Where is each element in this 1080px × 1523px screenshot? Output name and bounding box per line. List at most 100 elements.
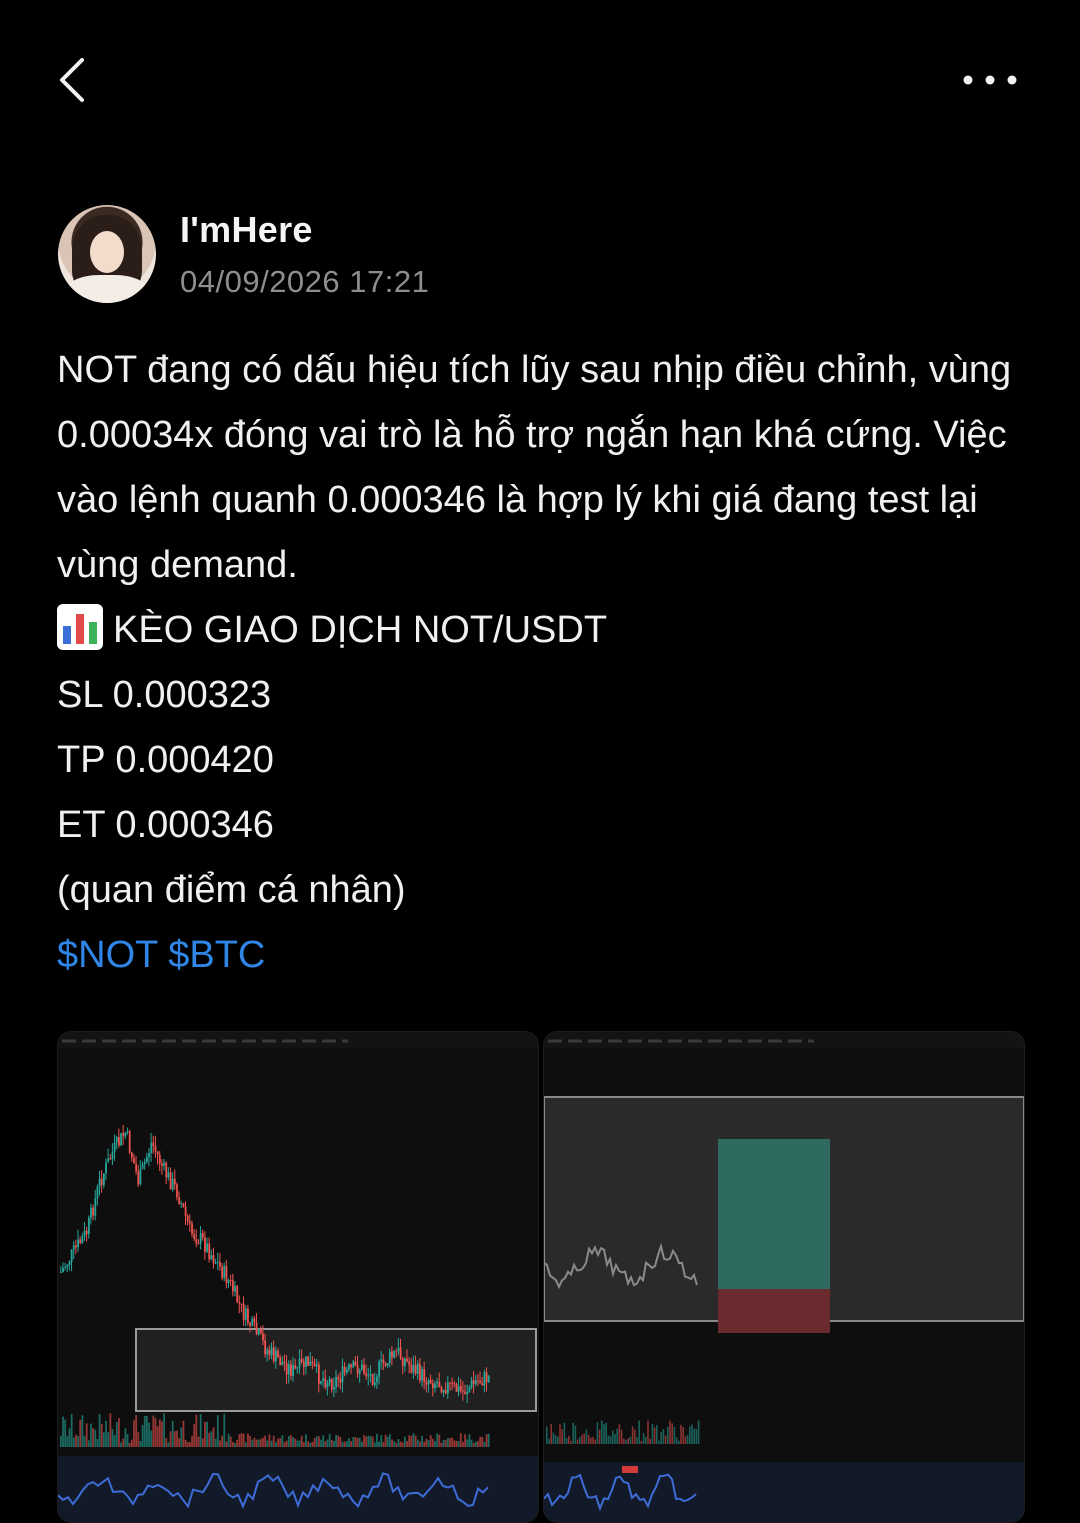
candle-body xyxy=(397,1347,400,1352)
chevron-left-icon[interactable] xyxy=(52,52,96,108)
volume-bar xyxy=(66,1435,69,1447)
candle-body xyxy=(376,1376,378,1383)
volume-bar xyxy=(587,1434,590,1444)
volume-bar xyxy=(152,1415,155,1447)
candle-body xyxy=(64,1266,67,1268)
volume-bar xyxy=(178,1438,181,1447)
volume-bar xyxy=(313,1438,316,1447)
volume-bar xyxy=(251,1439,254,1447)
volume-bar xyxy=(68,1428,71,1447)
candle-body xyxy=(124,1132,127,1137)
volume-bar xyxy=(423,1441,426,1447)
volume-bar xyxy=(697,1420,700,1444)
candle-body xyxy=(115,1137,118,1143)
candle-body xyxy=(434,1383,436,1389)
volume-bar xyxy=(550,1423,552,1444)
volume-bar xyxy=(259,1438,262,1447)
post-author: I'mHere 04/09/2026 17:21 xyxy=(58,205,958,305)
candle-body xyxy=(451,1383,454,1385)
candle-body xyxy=(161,1163,163,1166)
volume-bar xyxy=(212,1427,215,1447)
candle-body xyxy=(326,1382,329,1388)
volume-bar xyxy=(330,1439,333,1447)
candle-body xyxy=(341,1366,344,1383)
more-horizontal-icon[interactable] xyxy=(955,60,1025,100)
candle-body xyxy=(197,1243,200,1245)
volume-bar xyxy=(111,1428,114,1447)
candle-body xyxy=(466,1391,469,1395)
candle-body xyxy=(77,1239,79,1248)
candle-body xyxy=(182,1203,185,1208)
candle-body xyxy=(244,1308,247,1321)
candle-body xyxy=(223,1265,226,1278)
candle-body xyxy=(184,1207,187,1216)
volume-bar xyxy=(120,1442,122,1447)
candle-body xyxy=(419,1363,421,1381)
candle-body xyxy=(457,1386,460,1392)
volume-bar xyxy=(656,1425,658,1444)
hashtag-not[interactable]: $NOT xyxy=(57,934,158,976)
volume-bar xyxy=(453,1440,456,1447)
volume-bar xyxy=(468,1434,471,1447)
candle-body xyxy=(253,1318,256,1323)
volume-bar xyxy=(419,1441,421,1447)
volume-bar xyxy=(673,1426,676,1444)
candle-body xyxy=(111,1151,114,1160)
chart-screenshot-1[interactable] xyxy=(57,1031,539,1523)
volume-bar xyxy=(653,1427,656,1444)
post-content: NOT đang có dấu hiệu tích lũy sau nhịp đ… xyxy=(57,338,1027,988)
candle-body xyxy=(247,1308,249,1323)
volume-bar xyxy=(337,1435,340,1447)
volume-bar xyxy=(266,1440,269,1447)
volume-bar xyxy=(693,1428,695,1444)
candle-body xyxy=(152,1142,155,1146)
volume-bar xyxy=(367,1435,370,1447)
candle-body xyxy=(292,1365,294,1377)
volume-bar xyxy=(574,1425,577,1444)
candle-body xyxy=(130,1152,133,1158)
candle-body xyxy=(178,1197,181,1204)
volume-bar xyxy=(623,1438,625,1444)
candle-body xyxy=(328,1378,331,1383)
candle-body xyxy=(225,1265,228,1284)
volume-bar xyxy=(137,1432,140,1447)
candle-body xyxy=(270,1347,273,1355)
volume-bar xyxy=(592,1436,594,1444)
candle-body xyxy=(365,1373,368,1377)
candle-body xyxy=(350,1364,353,1368)
candle-body xyxy=(94,1198,97,1216)
candle-body xyxy=(322,1378,325,1382)
volume-bar xyxy=(268,1434,271,1447)
volume-bar xyxy=(444,1439,447,1447)
volume-bar xyxy=(182,1420,185,1447)
candle-body xyxy=(180,1203,183,1205)
volume-bar xyxy=(204,1421,206,1447)
candle-body xyxy=(438,1381,441,1388)
candle-body xyxy=(464,1391,466,1395)
volume-bar xyxy=(645,1436,647,1444)
volume-bar xyxy=(253,1437,256,1447)
avatar[interactable] xyxy=(58,205,156,303)
hashtag-btc[interactable]: $BTC xyxy=(168,934,265,976)
author-name[interactable]: I'mHere xyxy=(180,209,313,251)
volume-bar xyxy=(113,1435,116,1447)
volume-bar xyxy=(345,1441,348,1447)
volume-bar xyxy=(691,1424,693,1444)
volume-bar xyxy=(361,1441,363,1447)
candle-body xyxy=(315,1364,318,1367)
volume-bar xyxy=(669,1420,671,1444)
volume-bar xyxy=(479,1436,482,1447)
volume-bar xyxy=(384,1434,387,1447)
candle-body xyxy=(429,1379,432,1384)
candle-body xyxy=(148,1152,150,1158)
candle-body xyxy=(214,1262,217,1264)
candle-body xyxy=(85,1230,88,1235)
volume-bar xyxy=(462,1441,464,1447)
candle-body xyxy=(431,1383,434,1389)
volume-bar xyxy=(376,1433,378,1447)
volume-bar xyxy=(350,1441,353,1447)
volume-bar xyxy=(290,1435,292,1447)
volume-bar xyxy=(83,1435,86,1447)
candle-body xyxy=(275,1350,277,1362)
chart-screenshot-2[interactable] xyxy=(543,1031,1025,1523)
